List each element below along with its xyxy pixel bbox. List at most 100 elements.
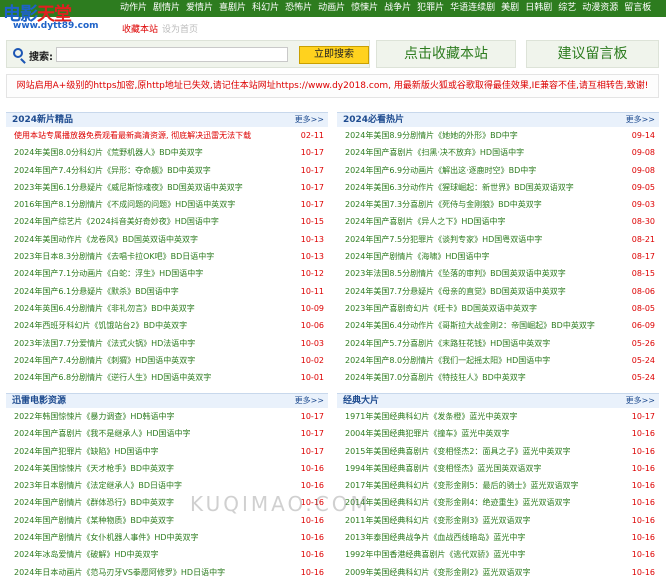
nav-item[interactable]: 留言板 bbox=[622, 0, 653, 17]
list-item: 2024年国产8.0分剧情片《我们一起摇太阳》HD国语中字 05-24 bbox=[337, 352, 659, 369]
movie-link[interactable]: 2024年国产剧情片《女仆机器人事件》HD中英双字 bbox=[14, 529, 199, 546]
nav-item[interactable]: 动漫资源 bbox=[580, 0, 620, 17]
list-item: 2024年西班牙科幻片《饥饿站台2》BD中英双字 10-06 bbox=[6, 317, 328, 334]
movie-link[interactable]: 2011年美国经典科幻片《变形金刚3》蓝光双语双字 bbox=[345, 512, 530, 529]
movie-link[interactable]: 2024年国产综艺片《2024抖音美好奇妙夜》HD国语中字 bbox=[14, 213, 219, 230]
movie-link[interactable]: 2024年国产剧情片《海啸》HD国语中字 bbox=[345, 248, 490, 265]
bookmark-button[interactable]: 点击收藏本站 bbox=[376, 40, 516, 68]
favorite-link[interactable]: 收藏本站 bbox=[122, 25, 158, 35]
post-date: 10-17 bbox=[300, 446, 324, 456]
movie-link[interactable]: 2017年美国经典科幻片《变形金刚5：最后的骑士》蓝光双语双字 bbox=[345, 477, 578, 494]
movie-link[interactable]: 2015年美国经典喜剧片《变相怪杰2：面具之子》蓝光中英双字 bbox=[345, 443, 570, 460]
list-item: 2024年英国6.4分剧情片《非礼勿言》BD中英双字 10-09 bbox=[6, 300, 328, 317]
list-item: 2024年国产6.8分剧情片《逆行人生》HD国语中英双字 10-01 bbox=[6, 369, 328, 386]
movie-link[interactable]: 2024年国产喜剧片《异人之下》HD国语中字 bbox=[345, 213, 506, 230]
list-item: 1992年中国香港经典喜剧片《逃代双骄》蓝光中字 10-16 bbox=[337, 546, 659, 563]
movie-link[interactable]: 1971年美国经典科幻片《发条橙》蓝光中英双字 bbox=[345, 408, 517, 425]
nav-item[interactable]: 恐怖片 bbox=[283, 0, 314, 17]
post-date: 08-17 bbox=[631, 252, 655, 262]
set-home-link[interactable]: 设为首页 bbox=[162, 25, 198, 35]
movie-link[interactable]: 2024年国产7.5分犯罪片《谈判专家》HD国粤双语中字 bbox=[345, 231, 542, 248]
movie-link[interactable]: 2024年美国7.7分悬疑片《母亲的直觉》BD国英双语中英双字 bbox=[345, 283, 566, 300]
nav-item[interactable]: 综艺 bbox=[556, 0, 578, 17]
movie-link[interactable]: 2023年日本剧情片《法定继承人》BD日语中字 bbox=[14, 477, 182, 494]
movie-link[interactable]: 1994年美国经典喜剧片《变相怪杰》蓝光国英双语双字 bbox=[345, 460, 541, 477]
movie-link[interactable]: 2024年美国8.9分剧情片《她她的外形》BD中字 bbox=[345, 127, 518, 144]
movie-link[interactable]: 2024年国产喜剧片《我不是继承人》HD国语中字 bbox=[14, 425, 191, 442]
movie-link[interactable]: 2023年法国8.5分剧情片《坠落的审判》BD国英双语中英双字 bbox=[345, 265, 566, 282]
movie-link[interactable]: 2024年国产犯罪片《缺陷》HD国语中字 bbox=[14, 443, 159, 460]
post-date: 10-17 bbox=[300, 148, 324, 158]
movie-link[interactable]: 2024年国产6.1分悬疑片《默杀》BD国语中字 bbox=[14, 283, 179, 300]
nav-item[interactable]: 犯罪片 bbox=[415, 0, 446, 17]
movie-link[interactable]: 2013年泰国经典战争片《血战西线暗岛》蓝光中字 bbox=[345, 529, 525, 546]
search-input[interactable] bbox=[56, 47, 288, 62]
search-button[interactable]: 立即搜索 bbox=[299, 46, 369, 64]
movie-link[interactable]: 2023年国产喜剧奇幻片《旺卡》BD国英双语中英双字 bbox=[345, 300, 537, 317]
movie-link[interactable]: 2024年国产8.0分剧情片《我们一起摇太阳》HD国语中字 bbox=[345, 352, 550, 369]
movie-link[interactable]: 2023年日本8.3分剧情片《去唱卡拉OK吧》BD日语中字 bbox=[14, 248, 214, 265]
nav-item[interactable]: 战争片 bbox=[382, 0, 413, 17]
more-link[interactable]: 更多>> bbox=[295, 394, 324, 408]
movie-link[interactable]: 2024年美国6.3分动作片《猩球崛起：新世界》BD国英双语双字 bbox=[345, 179, 574, 196]
movie-link[interactable]: 2024年国产6.9分动画片《解出这·逐鹿时空》BD中字 bbox=[345, 162, 536, 179]
post-date: 10-16 bbox=[631, 481, 655, 491]
panel-header: 2024必看热片 更多>> bbox=[337, 112, 659, 127]
movie-link[interactable]: 2024年英国6.4分剧情片《非礼勿言》BD中英双字 bbox=[14, 300, 195, 317]
movie-link[interactable]: 2009年美国经典科幻片《变形金刚2》蓝光双语双字 bbox=[345, 564, 530, 581]
more-link[interactable]: 更多>> bbox=[295, 113, 324, 127]
movie-link[interactable]: 2024年美国7.3分喜剧片《死侍与金刚狼》BD中英双字 bbox=[345, 196, 542, 213]
movie-link[interactable]: 2023年美国6.1分悬疑片《威尼斯惊魂夜》BD国英双语中英双字 bbox=[14, 179, 243, 196]
movie-link[interactable]: 2024年国产剧情片《群体恐行》BD中英双字 bbox=[14, 494, 174, 511]
main-nav: 动作片 剧情片 爱情片 喜剧片 科幻片 恐怖片 动画片 惊悚片 战争片 犯罪片 … bbox=[118, 0, 655, 17]
nav-item[interactable]: 科幻片 bbox=[250, 0, 281, 17]
list-item: 2024年美国7.0分喜剧片《特技狂人》BD中英双字 05-24 bbox=[337, 369, 659, 386]
movie-link[interactable]: 2024年国产7.1分动画片《白蛇：浮生》HD国语中字 bbox=[14, 265, 203, 282]
movie-link[interactable]: 2024年国产喜剧片《扫黑·决不放弃》HD国语中字 bbox=[345, 144, 524, 161]
nav-item[interactable]: 动作片 bbox=[118, 0, 149, 17]
post-date: 10-16 bbox=[300, 533, 324, 543]
movie-link[interactable]: 使用本站专属播放器免费观看最新高清资源, 彻底解决迅雷无法下载 bbox=[14, 127, 251, 144]
post-date: 05-24 bbox=[631, 355, 655, 365]
movie-link[interactable]: 2024年国产5.7分喜剧片《末路狂花钱》HD国语中英双字 bbox=[345, 335, 550, 352]
movie-link[interactable]: 2004年美国经典犯罪片《撞车》蓝光中英双字 bbox=[345, 425, 509, 442]
logo-domain: www.dytt89.com bbox=[13, 21, 99, 31]
movie-link[interactable]: 2022年韩国惊悚片《暴力调查》HD韩语中字 bbox=[14, 408, 175, 425]
post-date: 02-11 bbox=[300, 131, 324, 140]
movie-link[interactable]: 2016年国产8.1分剧情片《不成问题的问题》HD国语中英双字 bbox=[14, 196, 235, 213]
nav-item[interactable]: 剧情片 bbox=[151, 0, 182, 17]
nav-item[interactable]: 喜剧片 bbox=[217, 0, 248, 17]
movie-link[interactable]: 2023年法国7.7分爱情片《法式火锅》HD法语中字 bbox=[14, 335, 195, 352]
list-item: 2024年国产5.7分喜剧片《末路狂花钱》HD国语中英双字 05-26 bbox=[337, 335, 659, 352]
nav-item[interactable]: 日韩剧 bbox=[523, 0, 554, 17]
movie-link[interactable]: 2024年美国惊悚片《天才枪手》BD中英双字 bbox=[14, 460, 174, 477]
movie-link[interactable]: 2024年国产6.8分剧情片《逆行人生》HD国语中英双字 bbox=[14, 369, 211, 386]
movie-link[interactable]: 2024年西班牙科幻片《饥饿站台2》BD中英双字 bbox=[14, 317, 187, 334]
movie-link[interactable]: 2024年冰岛爱情片《破解》HD中英双字 bbox=[14, 546, 159, 563]
nav-item[interactable]: 爱情片 bbox=[184, 0, 215, 17]
movie-link[interactable]: 2024年美国6.4分动作片《哥斯拉大战金刚2：帝国崛起》BD中英双字 bbox=[345, 317, 595, 334]
post-date: 10-02 bbox=[300, 355, 324, 365]
nav-item[interactable]: 华语连续剧 bbox=[448, 0, 497, 17]
more-link[interactable]: 更多>> bbox=[626, 394, 655, 408]
movie-link[interactable]: 2024年美国动作片《龙卷风》BD国英双语中英双字 bbox=[14, 231, 198, 248]
nav-item[interactable]: 美剧 bbox=[499, 0, 521, 17]
movie-link[interactable]: 2024年国产剧情片《某种物质》BD中英双字 bbox=[14, 512, 174, 529]
movie-link[interactable]: 1992年中国香港经典喜剧片《逃代双骄》蓝光中字 bbox=[345, 546, 525, 563]
panel-title: 经典大片 bbox=[343, 396, 380, 406]
movie-link[interactable]: 2024年美国8.0分科幻片《荒野机器人》BD中英双字 bbox=[14, 144, 203, 161]
nav-item[interactable]: 动画片 bbox=[316, 0, 347, 17]
post-date: 10-17 bbox=[300, 429, 324, 439]
more-link[interactable]: 更多>> bbox=[626, 113, 655, 127]
movie-link[interactable]: 2024年美国7.0分喜剧片《特技狂人》BD中英双字 bbox=[345, 369, 526, 386]
movie-link[interactable]: 2024年国产7.4分科幻片《异形：夺命舰》BD中英双字 bbox=[14, 162, 211, 179]
movie-link[interactable]: 2024年日本动画片《范马刃牙VS拳愿阿修罗》HD日语中字 bbox=[14, 564, 225, 581]
movie-link[interactable]: 2014年美国经典科幻片《变形金刚4：绝迹重生》蓝光双语双字 bbox=[345, 494, 570, 511]
post-date: 09-03 bbox=[631, 200, 655, 210]
movie-link[interactable]: 2024年国产7.4分剧情片《刺猬》HD国语中英双字 bbox=[14, 352, 195, 369]
guestbook-button[interactable]: 建议留言板 bbox=[526, 40, 659, 68]
panel-header: 经典大片 更多>> bbox=[337, 393, 659, 408]
nav-item[interactable]: 惊悚片 bbox=[349, 0, 380, 17]
site-logo[interactable]: 电影天堂 www.dytt89.com bbox=[3, 1, 111, 33]
list-item: 2024年国产7.5分犯罪片《谈判专家》HD国粤双语中字 08-21 bbox=[337, 231, 659, 248]
